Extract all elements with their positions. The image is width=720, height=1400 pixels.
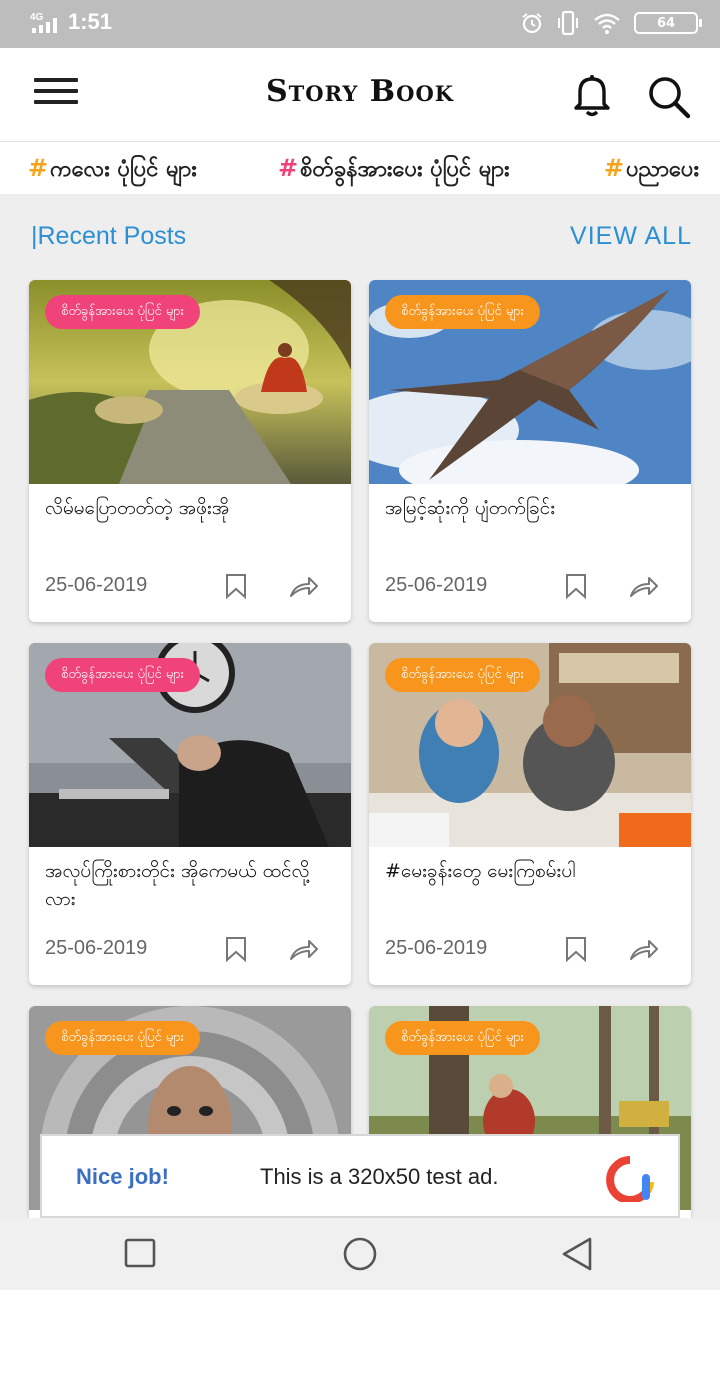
- post-title: အမြင့်ဆုံးကို ပျံတက်ခြင်း: [385, 497, 556, 519]
- back-triangle-icon[interactable]: [558, 1236, 598, 1272]
- view-all-button[interactable]: VIEW ALL: [570, 222, 692, 251]
- blank-area: [0, 1290, 720, 1400]
- tag-hash: #: [604, 154, 625, 182]
- post-thumbnail[interactable]: စိတ်ခွန်အားပေး ပုံပြင် များ: [29, 643, 351, 847]
- category-badge: စိတ်ခွန်အားပေး ပုံပြင် များ: [45, 295, 200, 329]
- ad-banner[interactable]: Nice job! This is a 320x50 test ad.: [40, 1134, 680, 1218]
- category-badge: စိတ်ခွန်အားပေး ပုံပြင် များ: [45, 1021, 200, 1055]
- status-bar: 4G 1:51 64: [0, 0, 720, 48]
- bookmark-icon[interactable]: [565, 936, 587, 962]
- category-tag[interactable]: #စိတ်ခွန်အားပေး ပုံပြင် များ: [278, 154, 510, 187]
- post-thumbnail[interactable]: စိတ်ခွန်အားပေး ပုံပြင် များ: [29, 280, 351, 484]
- battery-level: 64: [656, 15, 676, 31]
- category-tag-strip[interactable]: #ကလေး ပုံပြင် များ #စိတ်ခွန်အားပေး ပုံပြ…: [0, 142, 720, 194]
- post-date: 25-06-2019: [45, 574, 148, 596]
- tag-hash: #: [278, 154, 299, 182]
- tag-label: ပညာပေး: [626, 157, 700, 182]
- post-title: အလုပ်ကြိုးစားတိုင်း အိုကေမယ် ထင်လို့လား: [45, 860, 310, 910]
- post-card[interactable]: စိတ်ခွန်အားပေး ပုံပြင် များ #မေးခွန်းတွေ…: [369, 643, 691, 985]
- ad-headline: Nice job!: [76, 1164, 169, 1189]
- network-label: 4G: [30, 12, 44, 23]
- signal-icon: 4G: [30, 12, 57, 33]
- wifi-icon: [594, 13, 620, 34]
- vibrate-icon: [558, 10, 578, 36]
- category-badge: စိတ်ခွန်အားပေး ပုံပြင် များ: [385, 295, 540, 329]
- status-icons: 64: [520, 10, 702, 36]
- post-date: 25-06-2019: [385, 937, 488, 959]
- search-icon[interactable]: [646, 74, 692, 120]
- main-content: |Recent Posts VIEW ALL စိတ်ခွန်အားပေး ပု…: [0, 194, 720, 1218]
- post-title: #မေးခွန်းတွေ မေးကြစမ်းပါ: [385, 860, 576, 882]
- notification-bell-icon[interactable]: [570, 72, 614, 118]
- bookmark-icon[interactable]: [565, 573, 587, 599]
- post-thumbnail[interactable]: စိတ်ခွန်အားပေး ပုံပြင် များ: [369, 643, 691, 847]
- post-card[interactable]: စိတ်ခွန်အားပေး ပုံပြင် များ အမြင့်ဆုံးကိ…: [369, 280, 691, 622]
- share-icon[interactable]: [289, 574, 319, 598]
- category-badge: စိတ်ခွန်အားပေး ပုံပြင် များ: [45, 658, 200, 692]
- app-screen: 4G 1:51 64 Story Book #ကလေး ပုံပြင် များ…: [0, 0, 720, 1400]
- post-card[interactable]: စိတ်ခွန်အားပေး ပုံပြင် များ လိမ်မပြောတတ်…: [29, 280, 351, 622]
- tag-label: ကလေး ပုံပြင် များ: [50, 157, 197, 182]
- share-icon[interactable]: [289, 937, 319, 961]
- system-nav-bar: [0, 1218, 720, 1290]
- ad-message: This is a 320x50 test ad.: [260, 1164, 499, 1189]
- bookmark-icon[interactable]: [225, 573, 247, 599]
- section-title: |Recent Posts: [31, 222, 187, 250]
- post-title: လိမ်မပြောတတ်တဲ့ အဖိုးအို: [45, 497, 230, 519]
- category-badge: စိတ်ခွန်အားပေး ပုံပြင် များ: [385, 658, 540, 692]
- post-card[interactable]: စိတ်ခွန်အားပေး ပုံပြင် များ အလုပ်ကြိုးစာ…: [29, 643, 351, 985]
- share-icon[interactable]: [629, 574, 659, 598]
- battery-icon: 64: [634, 12, 702, 34]
- category-tag[interactable]: #ပညာပေး: [604, 154, 699, 187]
- category-badge: စိတ်ခွန်အားပေး ပုံပြင် များ: [385, 1021, 540, 1055]
- post-thumbnail[interactable]: စိတ်ခွန်အားပေး ပုံပြင် များ: [369, 280, 691, 484]
- tag-hash: #: [28, 154, 49, 182]
- post-date: 25-06-2019: [45, 937, 148, 959]
- recents-square-icon[interactable]: [120, 1236, 160, 1272]
- ad-logo-icon: [606, 1156, 654, 1202]
- share-icon[interactable]: [629, 937, 659, 961]
- bookmark-icon[interactable]: [225, 936, 247, 962]
- tag-label: စိတ်ခွန်အားပေး ပုံပြင် များ: [300, 157, 510, 182]
- status-time: 1:51: [68, 9, 113, 34]
- app-bar: Story Book: [0, 48, 720, 142]
- category-tag[interactable]: #ကလေး ပုံပြင် များ: [28, 154, 197, 187]
- alarm-icon: [522, 13, 542, 34]
- home-circle-icon[interactable]: [340, 1236, 380, 1272]
- post-date: 25-06-2019: [385, 574, 488, 596]
